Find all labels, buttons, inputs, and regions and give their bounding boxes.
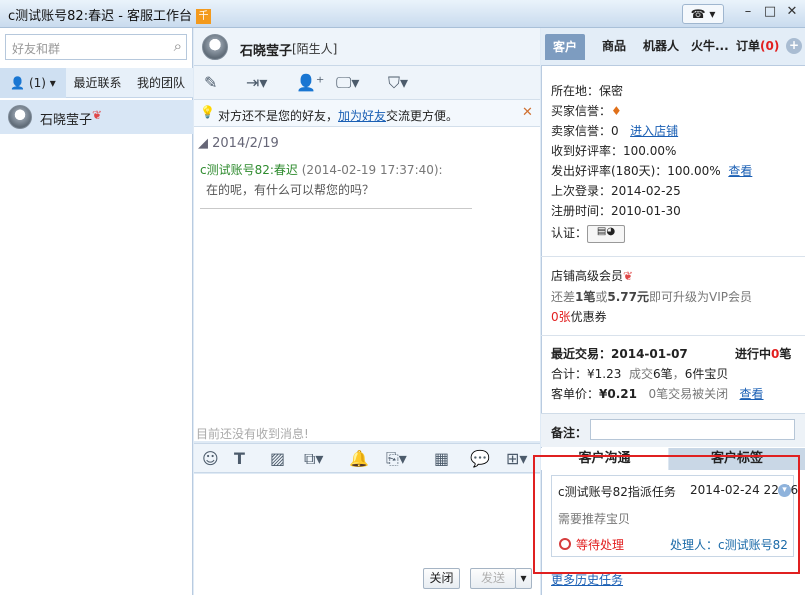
date-divider: ◢ 2014/2/19: [198, 136, 279, 151]
empty-hint: 目前还没有收到消息!: [196, 427, 309, 441]
enter-shop-link[interactable]: 进入店铺: [630, 124, 678, 138]
lightbulb-icon: 💡: [200, 105, 215, 119]
minimize-button[interactable]: –: [738, 4, 758, 22]
message-text: 在的呢，有什么可以帮您的吗？: [206, 183, 375, 197]
add-contact-icon[interactable]: 👤⁺: [296, 73, 324, 92]
location-row: 所在地：保密: [551, 84, 624, 98]
avatar: [8, 105, 32, 129]
friend-notice: 💡 对方还不是您的好友，加为好友交流更方便。 ✕: [194, 100, 540, 127]
recent-trade-row: 最近交易：2014-01-07: [551, 347, 688, 361]
received-rate-row: 收到好评率：100.00%: [551, 144, 677, 158]
left-tabs: 👤 (1) ▾ 最近联系 我的团队: [0, 68, 193, 98]
title-bar: c测试账号82:春迟 - 客服工作台千 ☎ ▾ – □ ✕: [0, 0, 805, 28]
monitor-icon[interactable]: 🖵▾: [336, 73, 359, 93]
emoji-icon[interactable]: ☺: [202, 449, 219, 468]
message-area: ◢ 2014/2/19 c测试账号82:春迟 (2014-02-19 17:37…: [194, 127, 540, 441]
message-time: (2014-02-19 17:37:40):: [301, 163, 443, 177]
close-chat-button[interactable]: 关闭: [423, 568, 460, 589]
send-options-button[interactable]: ▾: [515, 568, 532, 589]
bell-icon[interactable]: 🔔: [349, 449, 369, 468]
vip-upgrade-row: 还差1笔或5.77元即可升级为VIP会员: [551, 290, 752, 304]
tab-huoniu[interactable]: 火牛...: [691, 37, 729, 54]
search-input[interactable]: 好友和群 ⌕: [5, 34, 187, 60]
send-button[interactable]: 发送: [470, 568, 516, 589]
ongoing-count: 进行中0笔: [735, 347, 792, 361]
tab-robot[interactable]: 机器人: [643, 37, 679, 54]
send-bar: 关闭 发送 ▾: [194, 564, 540, 595]
vip-title-row: 店铺高级会员❦: [551, 269, 634, 283]
id-card-icon: ▤◕: [587, 224, 626, 243]
register-row: 注册时间：2010-01-30: [551, 204, 681, 218]
tab-team[interactable]: 我的团队: [129, 68, 193, 98]
phone-icon: ☎: [690, 7, 706, 21]
chat-header: 石晓莹子 [陌生人]: [194, 28, 540, 66]
close-notice-icon[interactable]: ✕: [522, 105, 533, 120]
tab-recent[interactable]: 最近联系: [66, 68, 129, 98]
quick-reply-icon[interactable]: ⎘▾: [386, 449, 407, 469]
tab-customer[interactable]: 客户: [545, 34, 586, 60]
app-badge: 千: [196, 9, 212, 24]
window-title: c测试账号82:春迟 - 客服工作台千: [8, 5, 212, 24]
seller-credit-row: 卖家信誉：0 进入店铺: [551, 124, 679, 138]
view-closed-link[interactable]: 查看: [740, 387, 764, 401]
screenshot-icon[interactable]: ⧉▾: [304, 449, 323, 469]
notice-text: 对方还不是您的好友，加为好友交流更方便。: [218, 109, 459, 123]
maximize-button[interactable]: □: [760, 4, 780, 22]
search-placeholder: 好友和群: [12, 42, 61, 56]
contact-item[interactable]: 石晓莹子 ❦: [0, 100, 193, 134]
search-icon[interactable]: ⌕: [174, 37, 182, 55]
contact-name: 石晓莹子: [40, 113, 93, 128]
divider: [541, 256, 805, 257]
highlight-frame: [533, 455, 800, 574]
tab-product[interactable]: 商品: [602, 37, 626, 54]
chat-avatar: [202, 34, 228, 60]
coupon-icon[interactable]: ⛉▾: [388, 73, 408, 93]
more-icon[interactable]: ⊞▾: [506, 449, 527, 468]
sent-rate-row: 发出好评率(180天)：100.00% 查看: [551, 164, 753, 178]
chat-contact-name: 石晓莹子: [240, 44, 293, 59]
transfer-icon[interactable]: ⇥▾: [246, 73, 267, 92]
total-row: 合计：¥1.23 成交6笔，6件宝贝: [551, 367, 729, 381]
tab-orders[interactable]: 订单(0): [736, 37, 779, 54]
sender-name: c测试账号82:春迟: [200, 163, 298, 177]
user-icon: 👤: [10, 76, 26, 90]
note-input[interactable]: [590, 419, 795, 440]
calculator-icon[interactable]: ▦: [434, 449, 449, 468]
divider: [541, 335, 805, 336]
history-tasks-link[interactable]: 更多历史任务: [551, 571, 623, 588]
edit-icon[interactable]: ✎: [204, 73, 217, 92]
left-panel: 好友和群 ⌕ 👤 (1) ▾ 最近联系 我的团队 石晓莹子 ❦: [0, 28, 193, 595]
stranger-tag: [陌生人]: [292, 42, 338, 56]
vip-icon: ❦: [92, 108, 103, 122]
font-icon[interactable]: T: [234, 449, 245, 468]
phone-button[interactable]: ☎ ▾: [682, 4, 724, 24]
diamond-icon: ♦: [611, 104, 622, 118]
note-label: 备注：: [551, 426, 588, 440]
add-tab-icon[interactable]: +: [786, 38, 802, 54]
view-rate-link[interactable]: 查看: [728, 164, 752, 178]
chat-toolbar: ✎ ⇥▾ 👤⁺ 🖵▾ ⛉▾: [194, 66, 540, 100]
vip-icon: ❦: [623, 269, 634, 283]
input-toolbar: ☺ T ▨ ⧉▾ 🔔 ⎘▾ ▦ 💬 ⊞▾: [194, 443, 540, 473]
right-tabs: 客户 商品 机器人 火牛... 订单(0) +: [541, 28, 805, 66]
add-friend-link[interactable]: 加为好友: [338, 109, 386, 123]
auth-row: 认证： ▤◕: [551, 224, 626, 243]
message-divider: [200, 208, 472, 209]
coupon-row: 0张优惠券: [551, 310, 607, 324]
tab-friends[interactable]: 👤 (1) ▾: [0, 68, 66, 98]
last-login-row: 上次登录：2014-02-25: [551, 184, 681, 198]
image-icon[interactable]: ▨: [270, 449, 285, 468]
message-meta: c测试账号82:春迟 (2014-02-19 17:37:40):: [200, 161, 443, 178]
avg-price-row: 客单价：¥0.21 0笔交易被关闭 查看: [551, 387, 764, 401]
close-window-button[interactable]: ✕: [782, 4, 802, 22]
message-input[interactable]: [194, 474, 540, 564]
chat-record-icon[interactable]: 💬: [470, 449, 490, 468]
buyer-credit-row: 买家信誉：♦: [551, 104, 622, 118]
